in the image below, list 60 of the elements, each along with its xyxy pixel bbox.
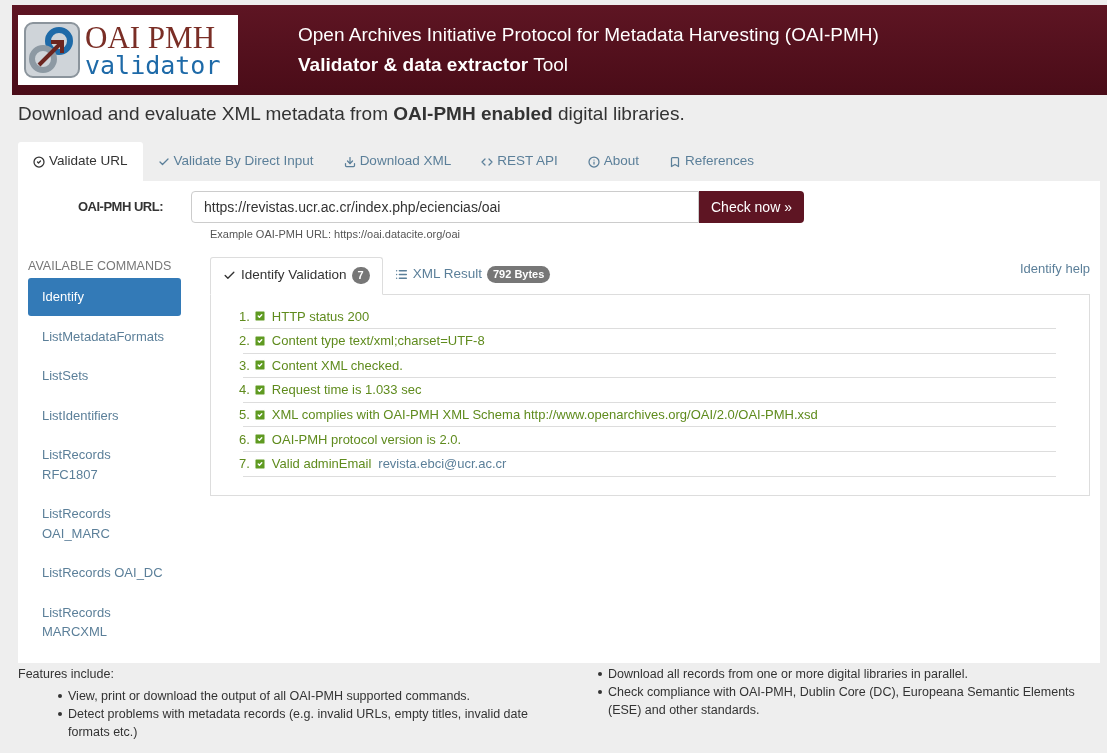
item-number: 3.: [239, 356, 250, 375]
item-number: 2.: [239, 332, 250, 351]
item-number: 6.: [239, 430, 250, 449]
bullet-icon: [598, 690, 602, 694]
help-link[interactable]: Identify help: [1019, 258, 1090, 278]
bullet-icon: [598, 672, 602, 676]
check-result: XML complies with OAI-PMH XML Schema http://www.openarchives.org/OAI/2.0/OAI-PMH.xsd: [271, 405, 818, 424]
item-number: 5.: [239, 405, 250, 424]
logo[interactable]: OAI PMH validator: [18, 15, 238, 85]
check-now-button[interactable]: Check now »: [699, 191, 804, 223]
tab[interactable]: About: [572, 142, 654, 181]
feature-item: Download all records from one or more digital libraries in parallel.: [608, 666, 968, 683]
tab[interactable]: Download XML: [328, 142, 467, 181]
tab[interactable]: Validate By Direct Input: [142, 142, 329, 181]
email-link[interactable]: revista.ebci@ucr.ac.cr: [378, 454, 507, 474]
check-icon: [223, 269, 236, 282]
bullet-icon: [58, 694, 62, 698]
site-title: Open Archives Initiative Protocol for Metadata Harvesting (OAI-PMH): [298, 23, 879, 47]
intro-text: Download and evaluate XML metadata from OAI-PMH enabled digital libraries.: [18, 102, 686, 126]
command-item[interactable]: ListRecords RFC1807: [28, 436, 181, 494]
command-item[interactable]: ListRecords MARCXML: [28, 593, 181, 651]
tab[interactable]: REST API: [466, 142, 573, 181]
item-number: 7.: [239, 455, 250, 474]
url-field[interactable]: https://revistas.ucr.ac.cr/index.php/eciencias/oai: [191, 191, 699, 223]
logo-title: OAI PMH: [85, 22, 217, 53]
command-item[interactable]: ListSets: [28, 357, 181, 395]
command-item[interactable]: ListIdentifiers: [28, 396, 181, 435]
count-badge: 7: [351, 267, 370, 284]
check-result: Valid adminEmail: [271, 455, 372, 474]
list-icon: [394, 268, 408, 281]
check-result: Content XML checked.: [271, 356, 403, 375]
tab[interactable]: References: [654, 142, 770, 181]
check-result: Content type text/xml;charset=UTF-8: [271, 332, 485, 351]
features-heading: Features include:: [18, 666, 115, 683]
bullet-icon: [58, 712, 62, 716]
check-result: OAI-PMH protocol version is 2.0.: [271, 430, 462, 449]
item-number: 4.: [239, 381, 250, 400]
item-number: 1.: [239, 307, 250, 326]
info-icon: [587, 155, 600, 168]
feature-item: Detect problems with metadata records (e.g. invalid URLs, empty titles, invalid date formats etc.): [68, 706, 529, 741]
circle-check-icon: [33, 155, 45, 168]
feature-item: View, print or download the output of all OAI-PMH supported commands.: [68, 688, 471, 705]
check-result: HTTP status 200: [271, 307, 370, 326]
command-item[interactable]: ListMetadataFormats: [28, 317, 181, 356]
result-tab[interactable]: Identify Validation 7: [210, 256, 383, 295]
command-item[interactable]: ListRecords OAI_DC: [28, 554, 181, 592]
check-result: Request time is 1.033 sec: [271, 381, 422, 400]
command-item[interactable]: Identify: [28, 278, 181, 316]
bookmark-icon: [669, 155, 681, 168]
url-hint: Example OAI-PMH URL: https://oai.datacite.org/oai: [210, 227, 462, 242]
result-tab[interactable]: XML Result 792 Bytes: [382, 255, 563, 294]
sidebar-heading: AVAILABLE COMMANDS: [28, 257, 173, 275]
count-badge: 792 Bytes: [487, 266, 551, 283]
tab[interactable]: Validate URL: [18, 142, 143, 181]
command-item[interactable]: ListRecords OAI_MARC: [28, 495, 181, 553]
site-subtitle: Validator & data extractor Tool: [298, 53, 569, 77]
download-icon: [343, 155, 356, 168]
feature-item: Check compliance with OAI-PMH, Dublin Core (DC), Europeana Semantic Elements (ESE) and other standards.: [608, 684, 1076, 719]
url-label: OAI-PMH URL:: [77, 198, 164, 217]
logo-subtitle: validator: [85, 53, 221, 78]
